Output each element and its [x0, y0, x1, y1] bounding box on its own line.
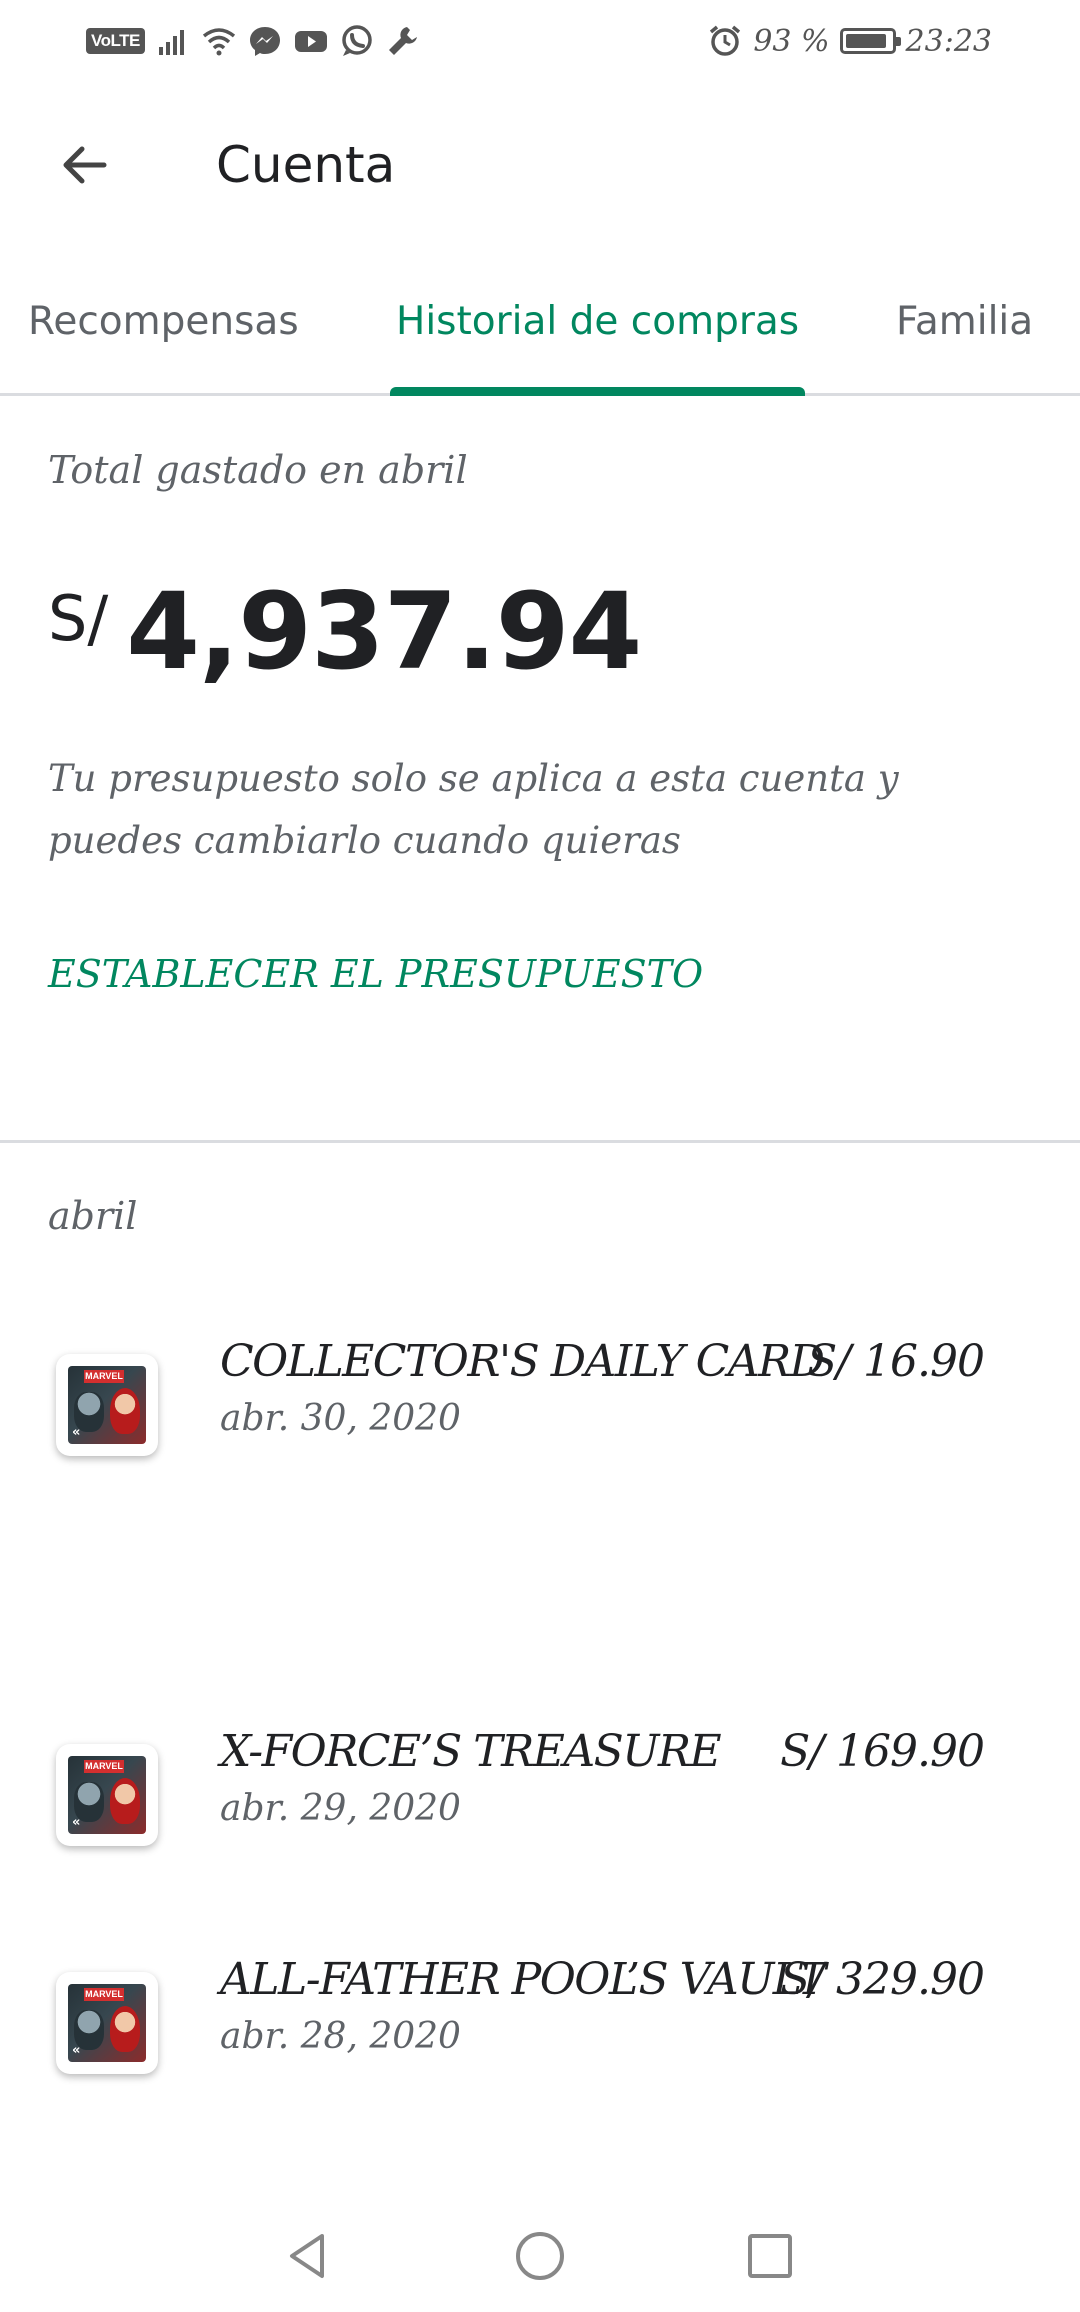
tab-bar: Recompensas Historial de compras Familia [0, 270, 1080, 396]
thumbnail-banner: MARVEL [84, 1988, 124, 2001]
status-bar-left: VoLTE [86, 20, 421, 62]
status-bar: VoLTE 93 % 23:23 [0, 0, 1080, 82]
thumbnail-face [110, 1388, 140, 1434]
tab-familia[interactable]: Familia [896, 270, 1033, 396]
battery-percent: 93 % [753, 23, 830, 59]
home-circle-icon [516, 2232, 564, 2280]
messenger-icon [249, 27, 280, 56]
thumbnail-face [110, 1778, 140, 1824]
thumbnail-banner: MARVEL [84, 1760, 124, 1773]
amount-currency: S/ [48, 582, 109, 655]
purchase-title: X-FORCE’S TREASURE [220, 1726, 722, 1777]
thumbnail-face [110, 2006, 140, 2052]
purchase-price: S/ 169.90 [780, 1726, 985, 1777]
nav-recents-button[interactable] [720, 2206, 820, 2306]
thumbnail-banner: MARVEL [84, 1370, 124, 1383]
purchase-item[interactable]: MARVEL « X-FORCE’S TREASURE S/ 169.90 ab… [0, 1726, 1080, 1876]
purchase-title: COLLECTOR'S DAILY CARD [220, 1336, 825, 1387]
back-button[interactable] [44, 130, 124, 200]
purchase-price: S/ 329.90 [780, 1954, 985, 2005]
total-spent-label: Total gastado en abril [48, 448, 468, 492]
back-triangle-icon [290, 2234, 324, 2278]
clock: 23:23 [905, 23, 992, 59]
battery-level [845, 34, 887, 48]
purchase-item[interactable]: MARVEL « ALL-FATHER POOL’S VAULT S/ 329.… [0, 1954, 1080, 2104]
nav-home-button[interactable] [490, 2206, 590, 2306]
chevron-mark-icon: « [72, 1815, 81, 1830]
chevron-mark-icon: « [72, 2043, 81, 2058]
youtube-icon [294, 31, 327, 52]
wrench-icon [388, 27, 417, 55]
purchase-date: abr. 30, 2020 [220, 1398, 461, 1439]
tab-recompensas[interactable]: Recompensas [28, 270, 299, 396]
battery-icon [839, 28, 901, 54]
purchase-title: ALL-FATHER POOL’S VAULT [220, 1954, 826, 2005]
wifi-icon [202, 28, 235, 56]
budget-note: Tu presupuesto solo se aplica a esta cue… [48, 757, 899, 862]
whatsapp-icon [342, 25, 372, 56]
section-divider [0, 1140, 1080, 1143]
purchase-item[interactable]: MARVEL « COLLECTOR'S DAILY CARD S/ 16.90… [0, 1336, 1080, 1486]
volte-badge: VoLTE [86, 28, 145, 54]
signal-icon [158, 30, 184, 55]
purchase-price: S/ 16.90 [807, 1336, 985, 1387]
amount-value: 4,937.94 [126, 570, 642, 693]
marvel-game-icon: MARVEL « [68, 1984, 146, 2062]
recents-square-icon [748, 2234, 792, 2278]
app-thumbnail: MARVEL « [56, 1354, 158, 1456]
app-thumbnail: MARVEL « [56, 1744, 158, 1846]
page-title: Cuenta [216, 136, 396, 194]
system-nav-bar [0, 2200, 1080, 2312]
chevron-mark-icon: « [72, 1425, 81, 1440]
purchase-date: abr. 29, 2020 [220, 1788, 461, 1829]
app-thumbnail: MARVEL « [56, 1972, 158, 2074]
total-amount: S/ 4,937.94 [48, 570, 642, 693]
marvel-game-icon: MARVEL « [68, 1756, 146, 1834]
tab-historial-de-compras[interactable]: Historial de compras [396, 270, 799, 396]
nav-back-button[interactable] [258, 2206, 358, 2306]
app-bar: Cuenta [0, 100, 1080, 230]
set-budget-link[interactable]: ESTABLECER EL PRESUPUESTO [48, 952, 703, 996]
alarm-icon [710, 25, 741, 56]
arrow-left-icon [63, 146, 107, 184]
active-tab-indicator [390, 387, 805, 396]
marvel-game-icon: MARVEL « [68, 1366, 146, 1444]
month-label: abril [48, 1194, 138, 1238]
purchase-date: abr. 28, 2020 [220, 2016, 461, 2057]
status-bar-right: 93 % 23:23 [707, 20, 992, 62]
